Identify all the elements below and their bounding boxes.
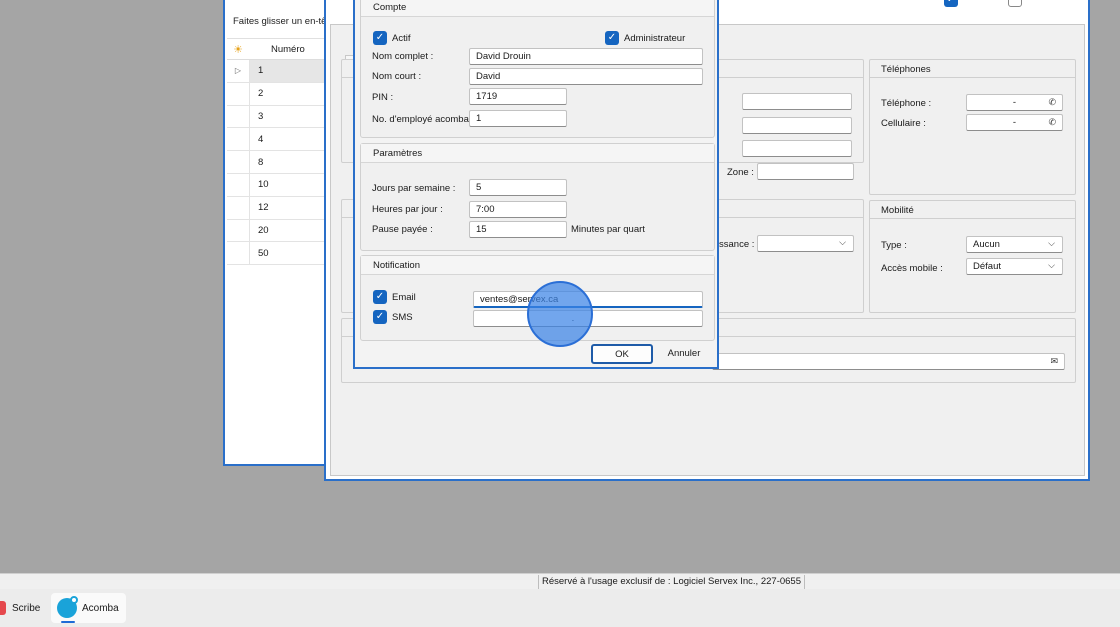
pin-label: PIN : [372, 92, 394, 103]
table-row[interactable]: 8 [227, 151, 331, 174]
taskbar-label: Scribe [12, 602, 41, 614]
parameters-group: Paramètres Jours par semaine : 5 Heures … [360, 143, 715, 251]
paid-break-unit: Minutes par quart [571, 224, 645, 235]
table-row[interactable]: 10 [227, 173, 331, 197]
table-row[interactable]: 4 [227, 128, 331, 152]
scribe-icon [0, 601, 6, 615]
active-label: Actif [392, 33, 411, 44]
row-number: 12 [249, 196, 331, 219]
shortname-field[interactable]: David [469, 68, 703, 85]
paid-break-label: Pause payée : [372, 224, 433, 235]
cancel-button[interactable]: Annuler [653, 344, 715, 364]
employee-number-field[interactable]: 1 [469, 110, 567, 127]
chevron-down-icon: ⌵ [1048, 238, 1055, 248]
table-row[interactable]: 3 [227, 105, 331, 129]
row-number: 8 [249, 151, 331, 173]
row-number: 20 [249, 219, 331, 242]
email-checkbox[interactable]: ✓ [373, 290, 387, 304]
employee-list-window: Faites glisser un en-tête ☀ Numéro ▷ 1 2… [223, 0, 335, 466]
license-text: Réservé à l'usage exclusif de : Logiciel… [538, 575, 805, 589]
chevron-down-icon: ⌵ [1048, 260, 1055, 270]
sms-checkbox[interactable]: ✓ [373, 310, 387, 324]
address-field[interactable] [742, 93, 852, 110]
employee-grid: ☀ Numéro ▷ 1 2 3 4 8 10 12 20 50 [227, 38, 331, 266]
group-drag-hint: Faites glisser un en-tête [233, 16, 335, 27]
pin-field[interactable]: 1719 [469, 88, 567, 105]
status-bar: Réservé à l'usage exclusif de : Logiciel… [0, 573, 1120, 589]
phones-section: Téléphones Téléphone : - ✆ Cellulaire : -… [869, 59, 1076, 195]
row-number: 3 [249, 105, 331, 128]
chevron-down-icon: ⌵ [839, 237, 846, 247]
row-number: 10 [249, 173, 331, 196]
taskbar-label: Acomba [82, 602, 119, 614]
active-checkbox[interactable]: ✓ [373, 31, 387, 45]
active-indicator [61, 621, 75, 623]
employee-number-label: No. d'employé acomba : [372, 114, 475, 125]
table-row[interactable]: 12 [227, 196, 331, 220]
cell-field[interactable]: - ✆ [966, 114, 1063, 131]
taskbar: Scribe Acomba [0, 589, 1120, 627]
top-right-checkbox-2[interactable] [1008, 0, 1022, 7]
row-number: 50 [249, 242, 331, 265]
days-per-week-field[interactable]: 5 [469, 179, 567, 196]
column-header-numero[interactable]: Numéro [249, 44, 305, 55]
admin-label: Administrateur [624, 33, 686, 44]
mobility-title: Mobilité [870, 201, 1075, 219]
mobility-type-label: Type : [881, 240, 907, 251]
shortname-label: Nom court : [372, 71, 422, 82]
days-per-week-label: Jours par semaine : [372, 183, 456, 194]
taskbar-item-scribe[interactable]: Scribe [0, 593, 48, 623]
cell-label: Cellulaire : [881, 118, 926, 129]
phone-label: Téléphone : [881, 98, 932, 109]
parameters-title: Paramètres [361, 144, 714, 163]
sms-label: SMS [392, 312, 413, 323]
birthdate-label: ssance : [719, 239, 755, 250]
account-title: Compte [361, 0, 714, 17]
phone-icon[interactable]: ✆ [1048, 97, 1056, 108]
row-indicator-icon: ▷ [234, 66, 242, 76]
mobility-type-select[interactable]: Aucun ⌵ [966, 236, 1063, 253]
click-indicator [527, 281, 593, 347]
top-right-checkbox[interactable]: ✓ [944, 0, 958, 7]
hours-per-day-field[interactable]: 7:00 [469, 201, 567, 218]
email-label: Email [392, 292, 416, 303]
table-row[interactable]: ▷ 1 [227, 60, 331, 83]
mobility-section: Mobilité Type : Aucun ⌵ Accès mobile : Dé… [869, 200, 1076, 313]
email-field[interactable]: ✉ [712, 353, 1065, 370]
envelope-icon[interactable]: ✉ [1050, 356, 1058, 367]
grid-header: ☀ Numéro [227, 39, 331, 60]
table-row[interactable]: 20 [227, 219, 331, 243]
account-group: Compte ✓ Actif ✓ Administrateur Nom comp… [360, 0, 715, 138]
province-field[interactable] [742, 140, 852, 157]
admin-checkbox[interactable]: ✓ [605, 31, 619, 45]
birthdate-select[interactable]: ⌵ [757, 235, 854, 252]
phones-title: Téléphones [870, 60, 1075, 78]
fullname-label: Nom complet : [372, 51, 434, 62]
zone-label: Zone : [727, 167, 754, 178]
row-number: 2 [249, 82, 331, 105]
ok-button[interactable]: OK [591, 344, 653, 364]
sun-icon[interactable]: ☀ [227, 43, 249, 56]
zone-field[interactable] [757, 163, 854, 180]
notification-title: Notification [361, 256, 714, 275]
table-row[interactable]: 2 [227, 82, 331, 106]
table-row[interactable]: 50 [227, 242, 331, 266]
hours-per-day-label: Heures par jour : [372, 204, 443, 215]
taskbar-item-acomba[interactable]: Acomba [51, 593, 126, 623]
row-number: 1 [249, 60, 331, 82]
fullname-field[interactable]: David Drouin [469, 48, 703, 65]
mobile-access-select[interactable]: Défaut ⌵ [966, 258, 1063, 275]
mobile-access-label: Accès mobile : [881, 263, 943, 274]
acomba-icon [57, 596, 78, 618]
city-field[interactable] [742, 117, 852, 134]
paid-break-field[interactable]: 15 [469, 221, 567, 238]
phone-icon[interactable]: ✆ [1048, 117, 1056, 128]
row-number: 4 [249, 128, 331, 151]
phone-field[interactable]: - ✆ [966, 94, 1063, 111]
